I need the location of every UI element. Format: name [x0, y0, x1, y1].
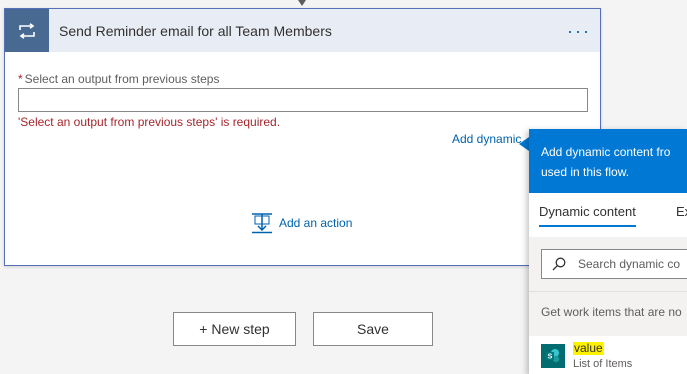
item-description: List of Items — [573, 358, 633, 370]
flyout-caret — [519, 137, 529, 151]
flyout-tabs: Dynamic content Ex — [529, 204, 687, 236]
flyout-header-line2: used in this flow. — [541, 165, 630, 179]
required-mark: * — [18, 72, 23, 86]
search-icon — [552, 257, 566, 271]
search-area — [529, 237, 687, 291]
flyout-header: Add dynamic content fro used in this flo… — [529, 129, 687, 193]
item-name: value — [573, 341, 604, 355]
dynamic-content-flyout: Add dynamic content fro used in this flo… — [529, 129, 687, 374]
field-label: * Select an output from previous steps — [18, 72, 219, 86]
add-action-label: Add an action — [279, 216, 353, 230]
search-box[interactable] — [541, 249, 687, 279]
tab-dynamic-content[interactable]: Dynamic content — [539, 204, 636, 227]
tab-expression[interactable]: Ex — [676, 204, 687, 225]
section-header-get-work-items[interactable]: Get work items that are no — [529, 291, 687, 336]
action-card: Send Reminder email for all Team Members… — [4, 8, 601, 266]
field-label-text: Select an output from previous steps — [24, 72, 220, 86]
svg-text:S: S — [548, 354, 553, 361]
validation-error: 'Select an output from previous steps' i… — [18, 115, 281, 129]
sharepoint-icon: S — [541, 344, 565, 368]
flyout-header-line1: Add dynamic content fro — [541, 145, 671, 159]
more-options-button[interactable]: ··· — [564, 16, 594, 46]
search-input[interactable] — [576, 256, 687, 272]
action-card-header[interactable]: Send Reminder email for all Team Members… — [5, 9, 600, 52]
add-dynamic-content-link[interactable]: Add dynamic — [452, 132, 521, 146]
save-button[interactable]: Save — [313, 312, 433, 346]
output-select-input[interactable] — [18, 88, 588, 112]
action-title[interactable]: Send Reminder email for all Team Members — [59, 23, 564, 39]
connector-arrow-icon — [298, 0, 306, 6]
add-action-button[interactable]: Add an action — [251, 212, 352, 234]
dynamic-content-item[interactable]: S value List of Items — [529, 336, 687, 374]
loop-icon — [5, 9, 49, 52]
new-step-button[interactable]: + New step — [173, 312, 296, 346]
add-action-icon — [252, 213, 272, 234]
